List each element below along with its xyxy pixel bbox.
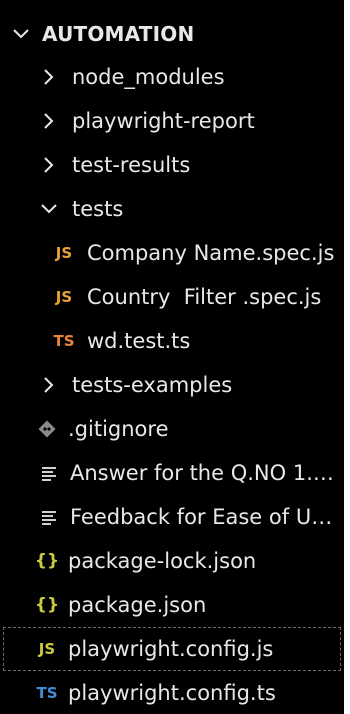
json-braces-icon: {} bbox=[34, 595, 60, 615]
folder-label: node_modules bbox=[72, 65, 225, 89]
text-file-icon bbox=[36, 464, 62, 482]
folder-label: tests bbox=[72, 197, 124, 221]
file-feedback-txt[interactable]: Feedback for Ease of Use.txt bbox=[0, 495, 344, 539]
folder-node-modules[interactable]: node_modules bbox=[0, 55, 344, 99]
chevron-right-icon bbox=[40, 112, 58, 130]
file-label: Answer for the Q.NO 1.txt bbox=[70, 461, 342, 485]
file-label: Company Name.spec.js bbox=[87, 241, 335, 265]
explorer-root-label: AUTOMATION bbox=[42, 22, 195, 46]
chevron-down-icon bbox=[40, 200, 58, 218]
folder-playwright-report[interactable]: playwright-report bbox=[0, 99, 344, 143]
explorer-root-automation[interactable]: AUTOMATION bbox=[0, 12, 344, 56]
file-label: Country Filter .spec.js bbox=[87, 285, 322, 309]
file-package-lock-json[interactable]: {} package-lock.json bbox=[0, 539, 344, 583]
file-playwright-config-ts[interactable]: TS playwright.config.ts bbox=[0, 671, 344, 714]
ts-file-icon: TS bbox=[53, 332, 75, 350]
folder-label: test-results bbox=[72, 153, 191, 177]
file-label: package-lock.json bbox=[68, 549, 257, 573]
text-file-icon bbox=[36, 508, 62, 526]
file-country-filter-spec[interactable]: JS Country Filter .spec.js bbox=[0, 275, 344, 319]
json-braces-icon: {} bbox=[34, 551, 60, 571]
file-wd-test-ts[interactable]: TS wd.test.ts bbox=[0, 319, 344, 363]
folder-tests[interactable]: tests bbox=[0, 187, 344, 231]
file-playwright-config-js[interactable]: JS playwright.config.js bbox=[0, 627, 344, 671]
js-file-icon: JS bbox=[55, 288, 73, 306]
file-label: package.json bbox=[68, 593, 207, 617]
file-explorer: AUTOMATION node_modules playwright-repor… bbox=[0, 0, 344, 714]
file-package-json[interactable]: {} package.json bbox=[0, 583, 344, 627]
file-label: playwright.config.js bbox=[68, 637, 274, 661]
chevron-right-icon bbox=[40, 156, 58, 174]
file-label: Feedback for Ease of Use.txt bbox=[70, 505, 344, 529]
js-file-icon: JS bbox=[55, 244, 73, 262]
ts-file-icon: TS bbox=[36, 684, 58, 702]
file-gitignore[interactable]: .gitignore bbox=[0, 407, 344, 451]
panel-edge bbox=[344, 0, 350, 714]
file-answer-txt[interactable]: Answer for the Q.NO 1.txt bbox=[0, 451, 344, 495]
chevron-down-icon bbox=[12, 25, 30, 43]
folder-label: playwright-report bbox=[72, 109, 255, 133]
chevron-right-icon bbox=[40, 68, 58, 86]
folder-test-results[interactable]: test-results bbox=[0, 143, 344, 187]
file-label: playwright.config.ts bbox=[68, 681, 276, 705]
js-file-icon: JS bbox=[38, 640, 56, 658]
git-diamond-icon bbox=[34, 419, 60, 439]
file-company-name-spec[interactable]: JS Company Name.spec.js bbox=[0, 231, 344, 275]
chevron-right-icon bbox=[40, 376, 58, 394]
file-label: wd.test.ts bbox=[87, 329, 191, 353]
file-label: .gitignore bbox=[68, 417, 169, 441]
folder-tests-examples[interactable]: tests-examples bbox=[0, 363, 344, 407]
folder-label: tests-examples bbox=[72, 373, 233, 397]
